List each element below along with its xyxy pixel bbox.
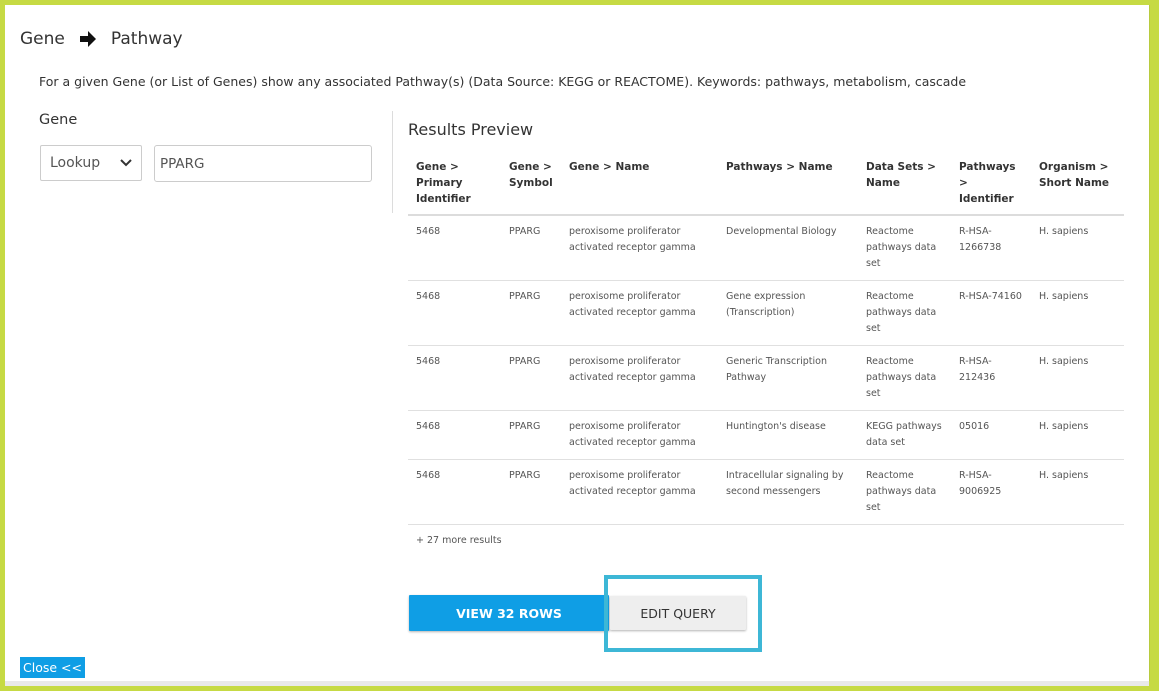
table-cell: peroxisome proliferator activated recept… [561,280,718,346]
table-cell: 05016 [951,410,1031,460]
table-cell: H. sapiens [1031,345,1124,411]
chevron-down-icon [120,159,132,167]
arrow-right-icon [79,31,96,47]
table-cell: H. sapiens [1031,459,1124,525]
column-header[interactable]: Gene > Symbol [501,155,561,216]
table-cell: 5468 [408,410,501,460]
table-cell: Developmental Biology [718,215,858,281]
view-rows-button[interactable]: VIEW 32 ROWS [409,595,609,631]
title-from: Gene [20,29,65,49]
bottom-scroll-strip [5,681,1149,686]
table-cell: Reactome pathways data set [858,345,951,411]
table-row: 5468 PPARG peroxisome proliferator activ… [408,280,1124,346]
column-header[interactable]: Gene > Primary Identifier [408,155,501,216]
close-button[interactable]: Close << [20,657,85,678]
table-row: 5468 PPARG peroxisome proliferator activ… [408,345,1124,411]
column-header[interactable]: Organism > Short Name [1031,155,1124,216]
table-cell: Generic Transcription Pathway [718,345,858,411]
table-row: 5468 PPARG peroxisome proliferator activ… [408,410,1124,460]
gene-input[interactable] [154,145,372,182]
lookup-select[interactable]: Lookup [40,145,142,181]
column-divider [392,111,393,213]
table-cell: Intracellular signaling by second messen… [718,459,858,525]
table-cell: 5468 [408,280,501,346]
table-cell: 5468 [408,345,501,411]
edit-query-button[interactable]: EDIT QUERY [610,596,746,630]
table-cell: peroxisome proliferator activated recept… [561,410,718,460]
results-preview-title: Results Preview [408,120,534,139]
title-to: Pathway [110,29,183,49]
table-cell: peroxisome proliferator activated recept… [561,345,718,411]
table-header-row: Gene > Primary Identifier Gene > Symbol … [408,155,1124,216]
column-header[interactable]: Pathways > Identifier [951,155,1031,216]
gene-label: Gene [39,112,78,128]
table-row: 5468 PPARG peroxisome proliferator activ… [408,215,1124,281]
column-header[interactable]: Pathways > Name [718,155,858,216]
page-title: Gene Pathway [20,29,183,49]
column-header[interactable]: Gene > Name [561,155,718,216]
table-cell: 5468 [408,459,501,525]
table-cell: R-HSA-74160 [951,280,1031,346]
lookup-select-value: Lookup [50,155,101,171]
table-cell: PPARG [501,410,561,460]
table-cell: PPARG [501,280,561,346]
table-cell: peroxisome proliferator activated recept… [561,215,718,281]
table-cell: Reactome pathways data set [858,215,951,281]
table-cell: R-HSA-9006925 [951,459,1031,525]
column-header[interactable]: Data Sets > Name [858,155,951,216]
table-cell: Reactome pathways data set [858,459,951,525]
results-table: Gene > Primary Identifier Gene > Symbol … [408,155,1124,525]
table-cell: R-HSA-212436 [951,345,1031,411]
table-cell: H. sapiens [1031,215,1124,281]
table-cell: KEGG pathways data set [858,410,951,460]
table-cell: Huntington's disease [718,410,858,460]
table-row: 5468 PPARG peroxisome proliferator activ… [408,459,1124,525]
table-cell: Reactome pathways data set [858,280,951,346]
query-panel: Gene Pathway For a given Gene (or List o… [5,5,1150,681]
more-results-text: + 27 more results [416,535,502,546]
table-cell: peroxisome proliferator activated recept… [561,459,718,525]
table-cell: Gene expression (Transcription) [718,280,858,346]
table-cell: H. sapiens [1031,280,1124,346]
table-cell: PPARG [501,459,561,525]
table-cell: PPARG [501,215,561,281]
table-cell: 5468 [408,215,501,281]
table-cell: PPARG [501,345,561,411]
table-cell: R-HSA-1266738 [951,215,1031,281]
table-cell: H. sapiens [1031,410,1124,460]
query-description: For a given Gene (or List of Genes) show… [39,74,967,89]
